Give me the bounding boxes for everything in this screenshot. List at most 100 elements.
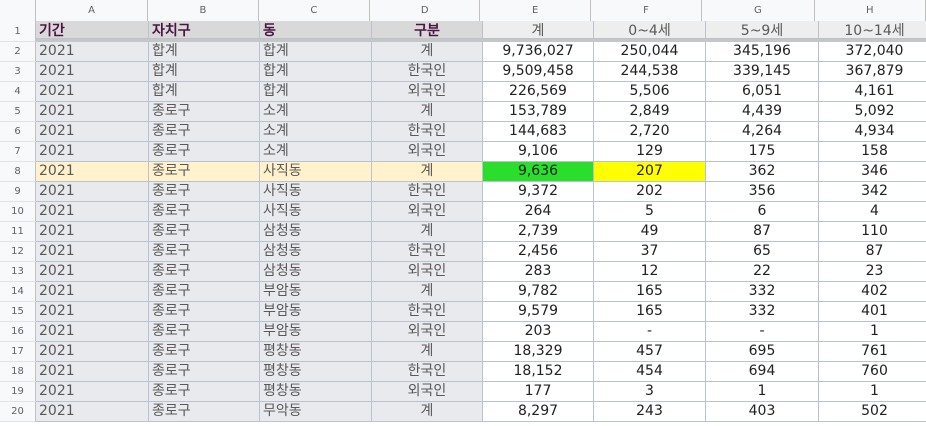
column-header-c[interactable]: C [259,0,370,21]
cell-age-5-9[interactable]: 4,439 [706,102,819,122]
cell-period[interactable]: 2021 [36,162,149,182]
cell-district[interactable]: 종로구 [149,142,260,162]
cell-age-0-4[interactable]: 243 [594,402,706,422]
header-cell-age-0-4[interactable]: 0~4세 [594,21,706,39]
column-header-e[interactable]: E [480,0,591,21]
cell-district[interactable]: 종로구 [149,322,260,342]
cell-age-0-4[interactable]: - [594,322,706,342]
column-header-d[interactable]: D [370,0,481,21]
cell-age-5-9[interactable]: 695 [706,342,819,362]
cell-period[interactable]: 2021 [36,62,149,82]
cell-district[interactable]: 종로구 [149,302,260,322]
cell-age-0-4[interactable]: 129 [594,142,706,162]
cell-category[interactable]: 계 [372,402,483,422]
row-header[interactable]: 8 [0,162,36,182]
cell-age-10-14[interactable]: 761 [819,342,926,362]
cell-age-10-14[interactable]: 367,879 [819,62,926,82]
cell-total[interactable]: 283 [483,262,594,282]
row-header[interactable]: 20 [0,402,36,422]
cell-age-10-14[interactable]: 1 [819,322,926,342]
cell-age-5-9[interactable]: 4,264 [706,122,819,142]
cell-age-0-4[interactable]: 207 [594,162,706,182]
cell-category[interactable]: 한국인 [372,62,483,82]
header-cell-age-5-9[interactable]: 5~9세 [706,21,819,39]
cell-period[interactable]: 2021 [36,282,149,302]
row-header[interactable]: 10 [0,202,36,222]
cell-total[interactable]: 177 [483,382,594,402]
cell-total[interactable]: 2,456 [483,242,594,262]
cell-total[interactable]: 203 [483,322,594,342]
cell-category[interactable]: 한국인 [372,362,483,382]
cell-age-10-14[interactable]: 402 [819,282,926,302]
column-header-b[interactable]: B [148,0,259,21]
cell-district[interactable]: 종로구 [149,162,260,182]
row-header[interactable]: 9 [0,182,36,202]
cell-district[interactable]: 종로구 [149,402,260,422]
cell-age-0-4[interactable]: 5,506 [594,82,706,102]
cell-age-5-9[interactable]: 65 [706,242,819,262]
cell-age-10-14[interactable]: 502 [819,402,926,422]
cell-age-0-4[interactable]: 457 [594,342,706,362]
cell-age-0-4[interactable]: 37 [594,242,706,262]
row-header[interactable]: 5 [0,102,36,122]
cell-total[interactable]: 8,297 [483,402,594,422]
select-all-corner[interactable] [0,0,36,21]
cell-age-0-4[interactable]: 202 [594,182,706,202]
cell-district[interactable]: 종로구 [149,342,260,362]
cell-total[interactable]: 153,789 [483,102,594,122]
cell-period[interactable]: 2021 [36,222,149,242]
cell-dong[interactable]: 평창동 [260,362,372,382]
row-header[interactable]: 18 [0,362,36,382]
header-cell-district[interactable]: 자치구 [149,21,260,39]
cell-category[interactable]: 계 [372,342,483,362]
cell-category[interactable]: 계 [372,282,483,302]
cell-category[interactable]: 외국인 [372,82,483,102]
cell-district[interactable]: 종로구 [149,102,260,122]
cell-total[interactable]: 264 [483,202,594,222]
cell-district[interactable]: 종로구 [149,122,260,142]
header-cell-period[interactable]: 기간 [36,21,149,39]
cell-dong[interactable]: 부암동 [260,302,372,322]
cell-total[interactable]: 9,636 [483,162,594,182]
cell-dong[interactable]: 소계 [260,142,372,162]
cell-category[interactable]: 계 [372,222,483,242]
cell-dong[interactable]: 사직동 [260,162,372,182]
cell-age-0-4[interactable]: 2,720 [594,122,706,142]
cell-age-5-9[interactable]: 1 [706,382,819,402]
cell-age-5-9[interactable]: 332 [706,302,819,322]
cell-age-5-9[interactable]: 332 [706,282,819,302]
cell-total[interactable]: 9,736,027 [483,42,594,62]
cell-age-0-4[interactable]: 49 [594,222,706,242]
cell-period[interactable]: 2021 [36,302,149,322]
column-header-a[interactable]: A [36,0,149,21]
cell-category[interactable]: 외국인 [372,262,483,282]
cell-age-10-14[interactable]: 342 [819,182,926,202]
cell-age-5-9[interactable]: 87 [706,222,819,242]
cell-period[interactable]: 2021 [36,242,149,262]
cell-period[interactable]: 2021 [36,362,149,382]
cell-age-5-9[interactable]: 362 [706,162,819,182]
cell-dong[interactable]: 부암동 [260,322,372,342]
cell-total[interactable]: 18,152 [483,362,594,382]
cell-district[interactable]: 합계 [149,42,260,62]
cell-total[interactable]: 226,569 [483,82,594,102]
row-header[interactable]: 12 [0,242,36,262]
cell-age-0-4[interactable]: 165 [594,282,706,302]
cell-age-10-14[interactable]: 23 [819,262,926,282]
column-header-g[interactable]: G [702,0,815,21]
row-header[interactable]: 6 [0,122,36,142]
header-cell-total[interactable]: 계 [483,21,594,39]
row-header[interactable]: 19 [0,382,36,402]
cell-age-10-14[interactable]: 4 [819,202,926,222]
cell-dong[interactable]: 평창동 [260,342,372,362]
cell-period[interactable]: 2021 [36,202,149,222]
cell-age-0-4[interactable]: 454 [594,362,706,382]
cell-category[interactable]: 계 [372,102,483,122]
cell-district[interactable]: 종로구 [149,262,260,282]
cell-district[interactable]: 종로구 [149,382,260,402]
cell-age-10-14[interactable]: 401 [819,302,926,322]
header-cell-dong[interactable]: 동 [260,21,372,39]
cell-period[interactable]: 2021 [36,182,149,202]
cell-period[interactable]: 2021 [36,102,149,122]
cell-period[interactable]: 2021 [36,142,149,162]
